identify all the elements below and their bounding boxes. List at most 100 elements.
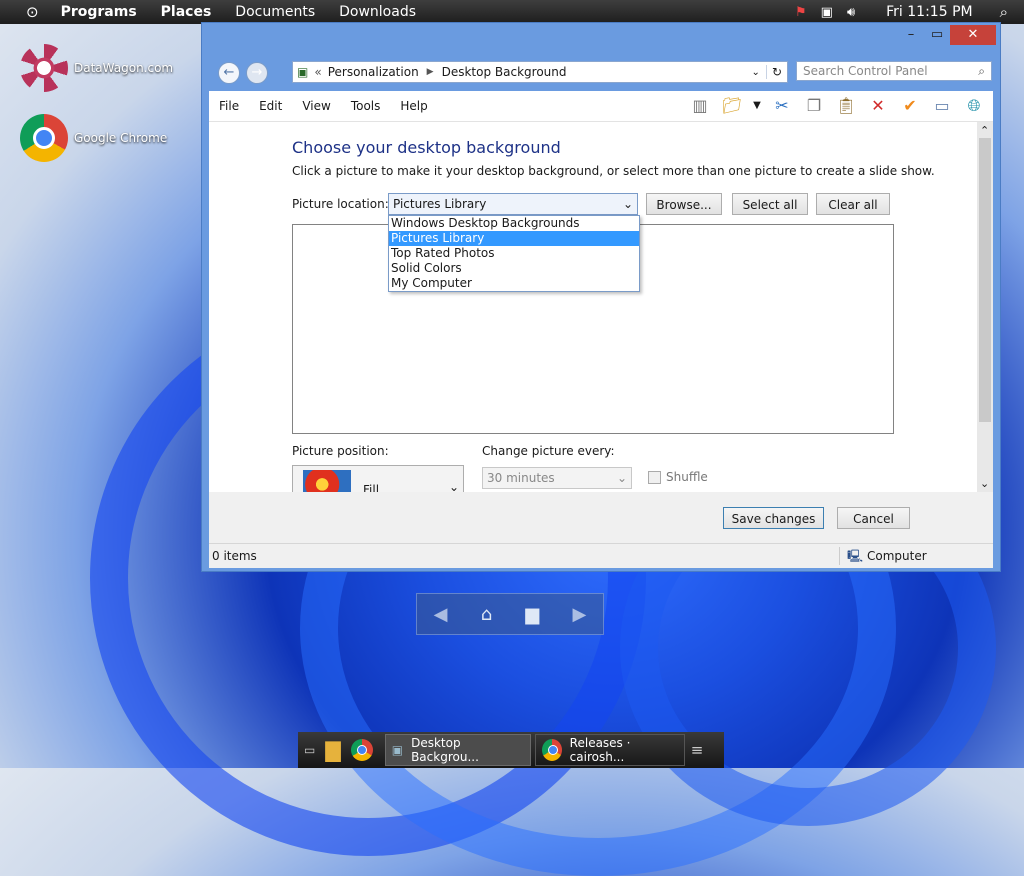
dialog-footer: Save changes Cancel [209,493,993,543]
cut-icon[interactable]: ✂ [769,94,795,118]
dropdown-option-solid-colors[interactable]: Solid Colors [389,261,639,276]
top-panel: ⊙ Programs Places Documents Downloads ⚑ … [0,0,1024,24]
paste-icon[interactable]: 📋︎ [833,94,859,118]
computer-icon: 🖳︎ [847,549,864,563]
toolbar: ▥ 📁︎ ▼ ✂ ❐ 📋︎ ✕ ✔ ▭ 🌐︎ [681,94,987,118]
shuffle-checkbox[interactable]: Shuffle [648,470,708,484]
chrome-launcher-icon[interactable] [350,739,373,761]
search-placeholder: Search Control Panel [803,64,928,78]
scroll-thumb[interactable] [979,138,991,422]
checkbox-box[interactable] [648,470,661,484]
menu-places[interactable]: Places [161,4,212,20]
status-location: Computer [867,549,927,563]
change-every-select[interactable]: 30 minutes ⌄ [482,467,632,489]
picture-location-dropdown: Windows Desktop Backgrounds Pictures Lib… [388,215,640,292]
breadcrumb-overflow-icon[interactable]: « [314,65,321,79]
flag-icon[interactable]: ⚑ [795,5,807,20]
menu-help[interactable]: Help [390,99,437,113]
address-bar[interactable]: ▣ « Personalization ▶ Desktop Background… [292,61,788,83]
status-divider [839,547,840,565]
menu-view[interactable]: View [292,99,340,113]
browse-button[interactable]: Browse... [646,193,722,215]
globe-icon[interactable]: 🌐︎ [961,94,987,118]
menu-downloads[interactable]: Downloads [339,4,416,20]
network-icon[interactable]: ▣ [821,5,833,20]
menu-bar: File Edit View Tools Help ▥ 📁︎ ▼ ✂ ❐ 📋︎ … [209,91,993,122]
save-changes-button[interactable]: Save changes [723,507,824,529]
picture-location-value: Pictures Library [393,197,487,211]
picture-position-select[interactable]: Fill ⌄ [292,465,464,492]
task-releases[interactable]: Releases · cairosh... [534,734,685,766]
search-icon[interactable]: ⌕ [1000,3,1008,21]
search-field[interactable]: Search Control Panel ⌕ [796,61,992,81]
address-dropdown-icon[interactable]: ⌄ [752,67,760,78]
show-desktop-icon[interactable]: ▭ [304,743,315,757]
menu-edit[interactable]: Edit [249,99,292,113]
chevron-down-icon: ⌄ [616,471,627,485]
desktop-icon-datawagon[interactable]: DataWagon.com [20,44,173,92]
picture-location-select[interactable]: Pictures Library ⌄ [388,193,638,215]
folder-icon[interactable]: ▆ [525,604,539,625]
task-label: Releases · cairosh... [569,736,631,764]
maximize-button[interactable]: ▭ [924,25,950,45]
dropdown-option-windows-backgrounds[interactable]: Windows Desktop Backgrounds [389,216,639,231]
delete-icon[interactable]: ✕ [865,94,891,118]
cancel-button[interactable]: Cancel [837,507,910,529]
taskbar: ▭ ▇ ▣ Desktop Backgrou... Releases · cai… [298,732,724,768]
forward-button[interactable]: → [246,62,268,84]
dock: ◀ ⌂ ▆ ▶ [416,593,604,635]
close-button[interactable]: ✕ [950,25,996,45]
scroll-down-icon[interactable]: ⌄ [980,477,989,490]
select-all-button[interactable]: Select all [732,193,808,215]
datawagon-logo-icon [20,44,68,92]
address-row: ← → ▣ « Personalization ▶ Desktop Backgr… [210,59,992,85]
desktop-icon-chrome[interactable]: Google Chrome [20,114,167,162]
desktop-icon-label: DataWagon.com [74,61,174,75]
control-panel-icon: ▣ [391,743,404,757]
system-tray: ⚑ ▣ 🔊︎ Fri 11:15 PM ⌕ [788,0,1024,24]
checkmark-icon[interactable]: ✔ [897,94,923,118]
flower-thumbnail-icon [303,470,351,492]
back-button[interactable]: ← [218,62,240,84]
home-icon[interactable]: ⌂ [481,604,492,625]
dropdown-option-pictures-library[interactable]: Pictures Library [389,231,639,246]
dropdown-option-my-computer[interactable]: My Computer [389,276,639,291]
page-description: Click a picture to make it your desktop … [292,164,935,178]
breadcrumb-desktop-background[interactable]: Desktop Background [442,65,567,79]
volume-icon[interactable]: 🔊︎ [847,5,855,20]
copy-icon[interactable]: ❐ [801,94,827,118]
page-title: Choose your desktop background [292,138,561,157]
menu-documents[interactable]: Documents [235,4,315,20]
change-every-value: 30 minutes [487,471,555,485]
menu-programs[interactable]: Programs [61,4,137,20]
menu-tools[interactable]: Tools [341,99,391,113]
dock-forward-icon[interactable]: ▶ [573,604,587,625]
task-label: Desktop Backgrou... [411,736,479,764]
refresh-icon[interactable]: ↻ [765,65,787,79]
properties-icon[interactable]: ▭ [929,94,955,118]
dock-back-icon[interactable]: ◀ [434,604,448,625]
window-client: File Edit View Tools Help ▥ 📁︎ ▼ ✂ ❐ 📋︎ … [209,91,993,568]
clock[interactable]: Fri 11:15 PM [886,4,972,20]
clear-all-button[interactable]: Clear all [816,193,890,215]
dropdown-option-top-rated[interactable]: Top Rated Photos [389,246,639,261]
minimize-button[interactable]: – [898,25,924,45]
chrome-icon [20,114,68,162]
search-icon[interactable]: ⌕ [978,64,985,79]
item-count: 0 items [212,549,257,563]
task-desktop-background[interactable]: ▣ Desktop Backgrou... [384,734,531,766]
vertical-scrollbar[interactable]: ⌃ ⌄ [977,122,993,492]
file-manager-icon[interactable]: ▇ [325,738,340,762]
scroll-up-icon[interactable]: ⌃ [980,124,989,137]
breadcrumb-personalization[interactable]: Personalization [328,65,419,79]
shuffle-label: Shuffle [666,470,708,484]
menu-icon[interactable]: ≡ [691,741,704,759]
desktop-background-window: – ▭ ✕ ← → ▣ « Personalization ▶ Desktop … [201,22,1001,572]
layout-pane-icon[interactable]: ▥ [687,94,713,118]
menu-file[interactable]: File [209,99,249,113]
system-menu-icon[interactable]: ⊙ [26,3,39,21]
content-area: Choose your desktop background Click a p… [209,122,977,492]
folder-options-icon[interactable]: 📁︎ [719,94,745,118]
dropdown-arrow-icon[interactable]: ▼ [751,94,763,118]
control-panel-icon: ▣ [297,65,309,79]
